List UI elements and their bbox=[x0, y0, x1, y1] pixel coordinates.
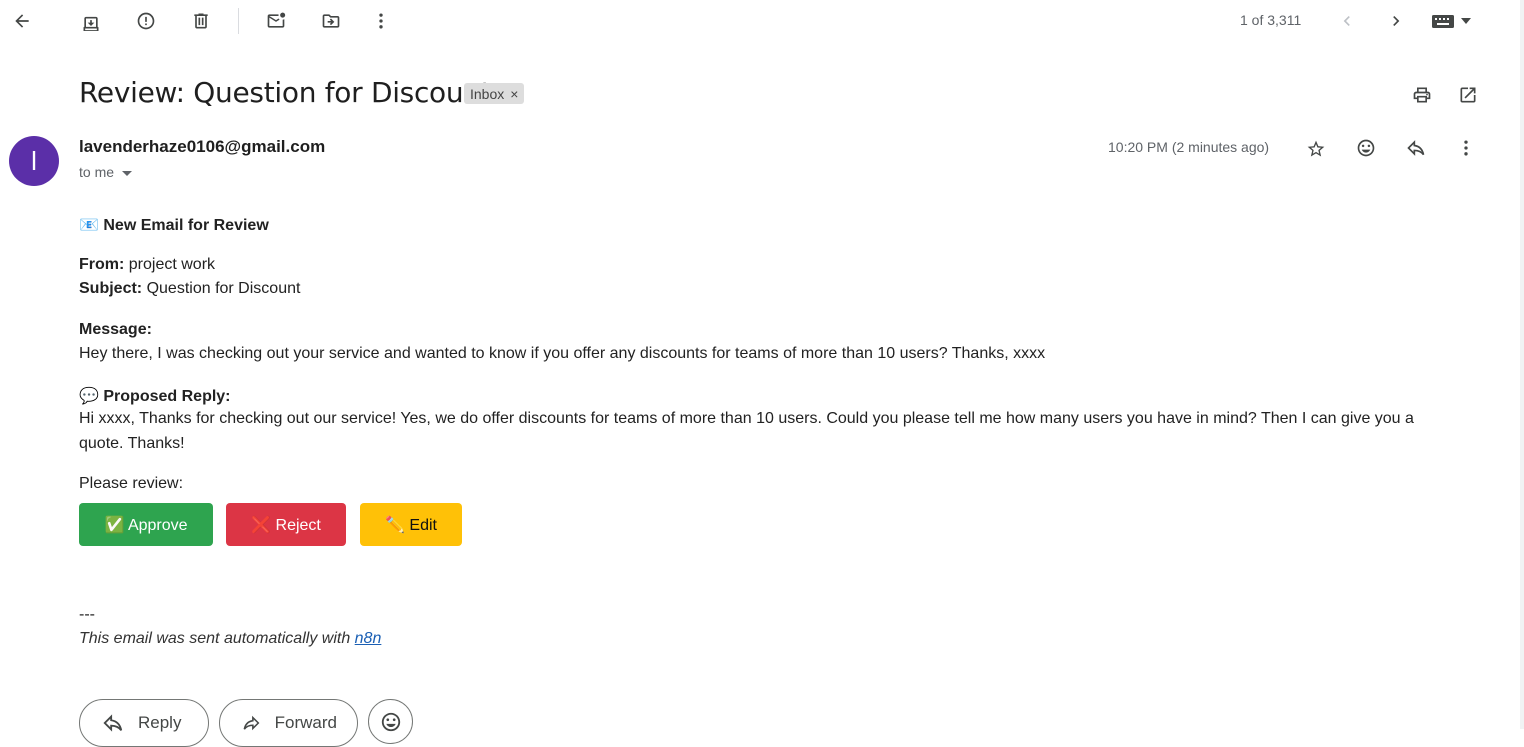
reply-icon[interactable] bbox=[1404, 136, 1428, 160]
approve-button[interactable]: ✅ Approve bbox=[79, 503, 213, 546]
label-text: Inbox bbox=[470, 85, 505, 102]
archive-icon[interactable] bbox=[79, 9, 103, 33]
from-label: From: bbox=[79, 256, 125, 273]
toolbar-divider bbox=[238, 8, 239, 34]
reply-button[interactable]: Reply bbox=[79, 699, 209, 747]
message-text: Hey there, I was checking out your servi… bbox=[79, 345, 1046, 362]
email-timestamp: 10:20 PM (2 minutes ago) bbox=[1108, 139, 1270, 155]
body-heading: 📧 New Email for Review bbox=[79, 215, 269, 235]
message-label: Message: bbox=[79, 321, 152, 338]
review-prompt: Please review: bbox=[79, 475, 184, 492]
forward-arrow-icon bbox=[243, 715, 260, 731]
from-value: project work bbox=[128, 256, 216, 273]
chevron-right-icon[interactable] bbox=[1384, 9, 1408, 33]
inbox-label-chip[interactable]: Inbox × bbox=[464, 83, 525, 104]
email-subject: Review: Question for Discount bbox=[79, 76, 492, 109]
reply-label: Reply bbox=[138, 713, 182, 732]
recipient-details[interactable]: to me bbox=[79, 164, 133, 180]
emoji-reaction-icon[interactable] bbox=[1354, 136, 1378, 160]
report-spam-icon[interactable] bbox=[134, 9, 158, 33]
from-line: From: project work bbox=[79, 256, 215, 274]
forward-label: Forward bbox=[274, 713, 337, 732]
envelope-emoji-icon: 📧 bbox=[79, 217, 99, 234]
star-icon[interactable] bbox=[1304, 137, 1328, 161]
reply-arrow-icon bbox=[103, 714, 123, 732]
subject-label: Subject: bbox=[79, 280, 143, 297]
footer-note: This email was sent automatically with n… bbox=[79, 630, 381, 648]
emoji-react-button[interactable] bbox=[368, 699, 413, 744]
mark-unread-icon[interactable] bbox=[264, 9, 288, 33]
heading-text: New Email for Review bbox=[103, 217, 269, 234]
sender-avatar[interactable]: l bbox=[9, 136, 59, 186]
recipient-text: to me bbox=[79, 164, 115, 180]
scrollbar-track[interactable] bbox=[1520, 0, 1524, 729]
back-arrow-icon[interactable] bbox=[10, 9, 34, 33]
proposed-reply-heading: 💬 Proposed Reply: bbox=[79, 386, 231, 406]
keyboard-icon[interactable] bbox=[1430, 9, 1474, 33]
move-to-icon[interactable] bbox=[319, 9, 343, 33]
subject-line: Subject: Question for Discount bbox=[79, 280, 300, 298]
proposed-reply-line-1: Hi xxxx, Thanks for checking out our ser… bbox=[79, 410, 1414, 427]
proposed-reply-line-2: quote. Thanks! bbox=[79, 435, 185, 452]
sender-email[interactable]: lavenderhaze0106@gmail.com bbox=[79, 137, 325, 157]
print-icon[interactable] bbox=[1410, 83, 1434, 107]
speech-bubble-emoji-icon: 💬 bbox=[79, 388, 99, 405]
remove-label-icon[interactable]: × bbox=[510, 86, 518, 102]
forward-button[interactable]: Forward bbox=[219, 699, 358, 747]
subject-value: Question for Discount bbox=[146, 280, 301, 297]
more-vert-icon[interactable] bbox=[369, 9, 393, 33]
smiley-icon bbox=[381, 712, 400, 731]
caret-down-icon[interactable] bbox=[122, 170, 133, 176]
open-new-window-icon[interactable] bbox=[1456, 83, 1480, 107]
message-counter: 1 of 3,311 bbox=[1240, 12, 1302, 28]
chevron-left-icon[interactable] bbox=[1335, 9, 1359, 33]
edit-button[interactable]: ✏️ Edit bbox=[360, 503, 462, 546]
footer-separator: --- bbox=[79, 606, 95, 623]
reject-button[interactable]: ❌ Reject bbox=[226, 503, 346, 546]
footer-text: This email was sent automatically with bbox=[79, 630, 355, 647]
delete-icon[interactable] bbox=[189, 9, 213, 33]
proposed-reply-label: Proposed Reply: bbox=[103, 388, 231, 405]
more-options-icon[interactable] bbox=[1454, 136, 1478, 160]
n8n-link[interactable]: n8n bbox=[355, 630, 382, 647]
